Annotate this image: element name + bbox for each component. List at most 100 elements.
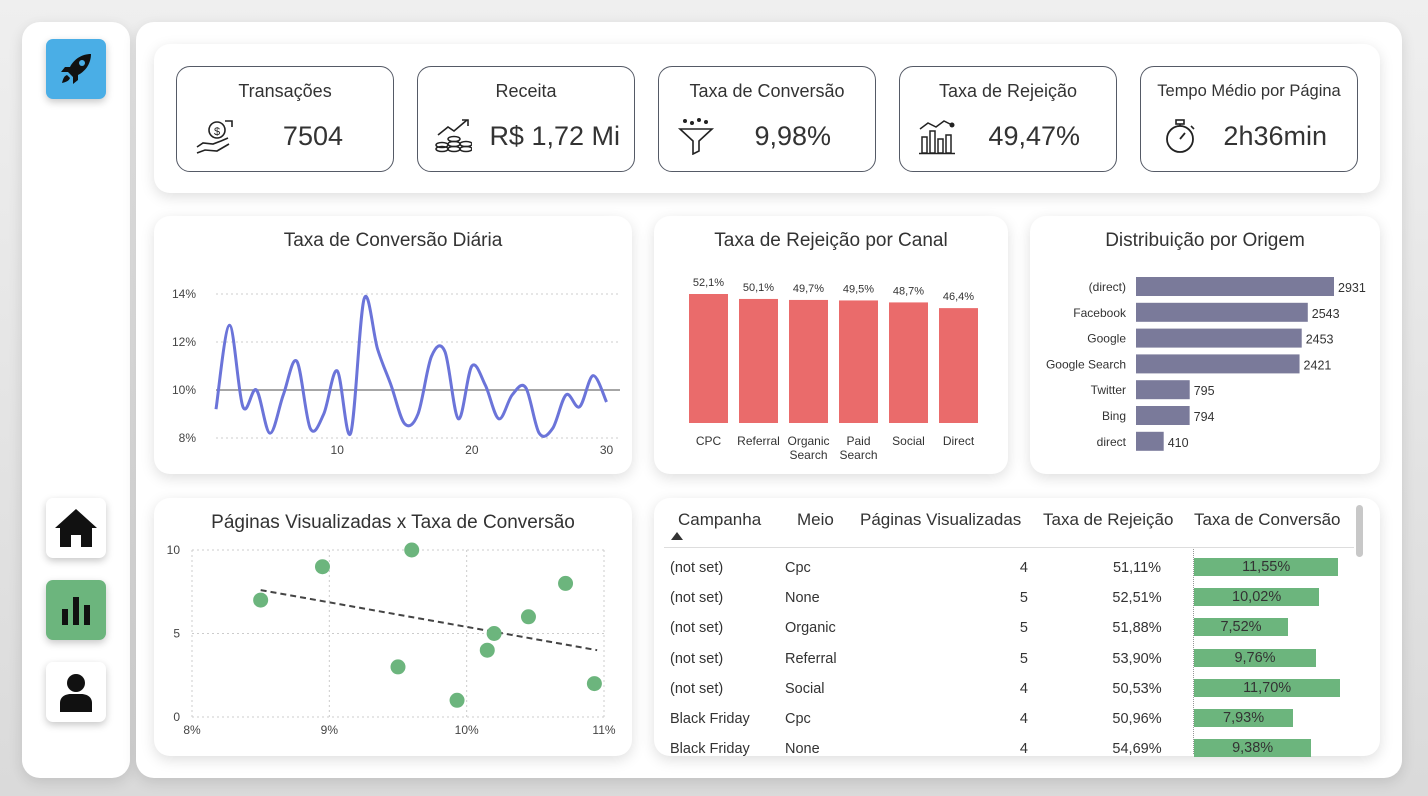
kpi-title: Transações [238,81,332,101]
nav-user-button[interactable] [46,662,106,722]
cell-rejeicao: 53,90% [1112,650,1162,667]
category-label: Google [1087,332,1126,346]
table-scrollbar[interactable] [1356,505,1363,557]
bar [1136,406,1190,425]
x-tick-label: 8% [183,723,201,737]
col-header-rejeicao[interactable]: Taxa de Rejeição [1043,510,1173,530]
y-tick-label: 8% [179,431,197,445]
cell-paginas: 5 [1019,590,1028,607]
category-label: Facebook [1073,306,1127,320]
cell-meio: Social [785,680,825,697]
col-header-campanha[interactable]: Campanha [678,510,761,530]
table-row[interactable]: Black Friday None 4 54,69% 9,38% [664,735,1354,765]
category-label: Organic [787,434,829,448]
cell-conversao: 9,76% [1234,649,1276,666]
bar-value-label: 795 [1194,384,1215,398]
bar [1136,302,1308,322]
cell-campanha: Black Friday [670,711,750,727]
cell-rejeicao: 51,88% [1112,620,1162,637]
bar [1136,277,1334,296]
bounce-by-channel-card: Taxa de Rejeição por Canal 52,1% CPC 50,1%… [654,216,1008,474]
category-label: Social [892,434,925,448]
cell-rejeicao: 54,69% [1112,741,1162,758]
scatter-point [486,626,502,641]
cell-conversao: 11,70% [1243,679,1292,696]
kpi-tempo-medio: Tempo Médio por Página 2h36min [1140,66,1358,172]
bar-chart-icon [62,597,90,625]
svg-text:$: $ [214,126,220,138]
cell-meio: Referral [785,650,837,667]
revenue-growth-icon [435,119,472,153]
logo-button[interactable] [46,39,106,99]
y-tick-label: 5 [173,627,180,641]
kpi-receita: Receita R$ 1,72 Mi [417,66,635,172]
cell-paginas: 4 [1019,680,1028,697]
cell-conversao: 7,52% [1220,619,1262,636]
x-tick-label: 10% [455,723,479,737]
cell-meio: None [785,590,820,607]
x-tick-label: 30 [600,443,614,457]
bar [789,299,828,423]
bar-value-label: 2421 [1304,358,1332,372]
money-hand-icon: $ [196,120,233,154]
category-label: Twitter [1091,383,1126,397]
table-row[interactable]: (not set) Social 4 50,53% 11,70% [664,675,1354,705]
cell-campanha: (not set) [670,650,724,667]
cell-conversao: 11,55% [1242,559,1291,575]
category-label: Google Search [1046,357,1126,371]
bar-value-label: 48,7% [893,285,924,297]
kpi-title: Taxa de Conversão [689,81,845,101]
scatter-point [449,692,465,708]
nav-home-button[interactable] [46,498,106,558]
cell-conversao: 10,02% [1232,589,1282,606]
bar [1136,328,1302,348]
category-label: Paid [846,434,870,448]
category-label: Search [839,448,877,462]
cell-conversao: 9,38% [1232,740,1274,757]
cell-paginas: 4 [1019,560,1028,576]
col-header-conversao[interactable]: Taxa de Conversão [1194,510,1340,530]
kpi-taxa-rejeicao: Taxa de Rejeição 49,47% [899,66,1117,172]
category-label: Search [789,448,827,462]
sort-ascending-icon [671,532,683,540]
rocket-icon [61,54,91,84]
user-icon [60,674,92,712]
daily-conversion-card: Taxa de Conversão Diária 14% 12% 10% 8% 10 20… [154,216,632,474]
bar-value-label: 49,5% [843,283,874,295]
stopwatch-icon [1166,119,1195,153]
cell-meio: Cpc [785,711,811,727]
col-header-meio[interactable]: Meio [797,510,834,530]
x-tick-label: 11% [592,723,615,737]
bar [1136,431,1164,451]
col-header-paginas[interactable]: Páginas Visualizadas [860,510,1021,530]
cell-paginas: 5 [1019,620,1028,637]
table-header-divider [664,547,1354,548]
kpi-value: 2h36min [1223,121,1327,151]
bar [939,308,978,423]
table-row[interactable]: (not set) Organic 5 51,88% 7,52% [664,614,1354,644]
table-row[interactable]: (not set) None 5 52,51% 10,02% [664,584,1354,614]
bar-value-label: 50,1% [743,282,774,294]
cell-campanha: (not set) [670,560,724,576]
cell-paginas: 5 [1019,650,1028,667]
cell-campanha: (not set) [670,680,724,697]
table-row[interactable]: Black Friday Cpc 4 50,96% 7,93% [664,705,1354,735]
bar-value-label: 2543 [1312,307,1340,321]
cell-rejeicao: 50,96% [1112,711,1162,727]
bar-value-label: 2931 [1338,281,1366,295]
kpi-transacoes: Transações $ 7504 [176,66,394,172]
scatter-point [558,575,574,591]
cell-paginas: 4 [1019,711,1028,727]
cell-meio: Organic [785,620,836,637]
trend-line [260,589,598,652]
kpi-value: 7504 [282,121,343,151]
y-tick-label: 10 [167,543,181,557]
table-row[interactable]: (not set) Referral 5 53,90% 9,76% [664,645,1354,675]
nav-reports-button[interactable] [46,580,106,640]
table-row[interactable]: (not set) Cpc 4 51,11% 11,55% [664,554,1354,584]
kpi-value: R$ 1,72 Mi [489,121,620,151]
x-tick-label: 9% [321,723,339,737]
bar-value-label: 49,7% [793,283,824,295]
bounce-by-channel-chart: 52,1%CPC50,1%Referral49,7%OrganicSearch4… [689,277,978,462]
category-label: Bing [1102,409,1126,423]
